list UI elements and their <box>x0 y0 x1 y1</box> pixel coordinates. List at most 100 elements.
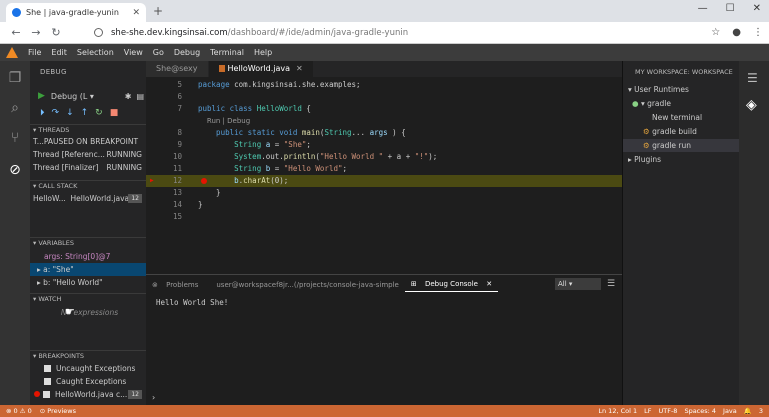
problems-status[interactable]: ⊗ 0 ⚠ 0 <box>6 405 32 417</box>
debug-console-icon[interactable]: ▤ <box>136 92 144 101</box>
code-line[interactable]: 13 } <box>146 187 622 199</box>
console-filter-select[interactable]: All ▾ <box>555 278 601 290</box>
code-line[interactable]: 6 <box>146 91 622 103</box>
code-line[interactable]: 5 package com.kingsinsai.she.examples; <box>146 79 622 91</box>
step-out-icon[interactable]: ↑ <box>81 108 89 118</box>
debug-icon[interactable]: ⊘ <box>6 161 24 179</box>
maximize-button[interactable]: ☐ <box>726 3 735 14</box>
tree-item-gradle[interactable]: ● ▾ gradle <box>623 97 740 110</box>
threads-section-header[interactable]: ▾ THREADS <box>30 124 146 135</box>
line-number[interactable]: 13 <box>146 187 182 199</box>
menu-go[interactable]: Go <box>153 48 164 57</box>
breakpoint-row[interactable]: Caught Exceptions <box>30 375 146 388</box>
notifications-bell-icon[interactable]: 🔔 <box>744 405 752 417</box>
menu-view[interactable]: View <box>124 48 143 57</box>
clear-console-icon[interactable]: ☰ <box>607 279 615 289</box>
forward-arrow-icon[interactable]: → <box>26 26 46 39</box>
line-number[interactable]: 5 <box>146 79 182 91</box>
tree-item-new-terminal[interactable]: New terminal <box>623 111 740 124</box>
code-line[interactable]: 10 System.out.println("Hello World " + a… <box>146 151 622 163</box>
source-control-icon[interactable]: ⑂ <box>6 129 24 147</box>
site-info-icon[interactable] <box>94 28 103 37</box>
line-number[interactable]: 7 <box>146 103 182 115</box>
variable-row[interactable]: args: String[0]@7 <box>30 250 146 263</box>
breakpoint-row[interactable]: HelloWorld.java c... 12 <box>30 388 146 401</box>
watch-section-header[interactable]: ▾ WATCH <box>30 293 146 304</box>
search-icon[interactable]: ⌕ <box>6 99 24 117</box>
menu-help[interactable]: Help <box>254 48 272 57</box>
breakpoints-section-header[interactable]: ▾ BREAKPOINTS <box>30 350 146 361</box>
explorer-icon[interactable]: ❐ <box>6 69 24 87</box>
checkbox-icon[interactable] <box>43 391 50 398</box>
checkbox-icon[interactable] <box>44 378 51 385</box>
tab-helloworld-java[interactable]: HelloWorld.java ✕ <box>208 61 313 77</box>
line-number[interactable]: 11 <box>146 163 182 175</box>
debug-config-select[interactable]: Debug (L ▾ <box>51 92 125 101</box>
tab-she-sexy[interactable]: She@sexy <box>146 61 208 77</box>
new-tab-button[interactable]: + <box>153 4 163 18</box>
profile-icon[interactable]: ● <box>732 27 741 38</box>
tab-debug-console[interactable]: ⊞ Debug Console ✕ <box>404 277 499 292</box>
menu-terminal[interactable]: Terminal <box>210 48 244 57</box>
restart-icon[interactable]: ↻ <box>95 108 103 118</box>
line-number[interactable]: 8 <box>146 127 182 139</box>
thread-row[interactable]: T...PAUSED ON BREAKPOINT <box>30 135 146 148</box>
code-line[interactable]: 11 String b = "Hello World"; <box>146 163 622 175</box>
thread-row[interactable]: Thread [Referenc... RUNNING <box>30 148 146 161</box>
line-number[interactable]: 15 <box>146 211 182 223</box>
thread-row[interactable]: Thread [Finalizer] RUNNING <box>30 161 146 174</box>
code-line[interactable]: 12 ▶ b.charAt(0); <box>146 175 622 187</box>
tab-close-icon[interactable]: ✕ <box>296 64 303 73</box>
menu-selection[interactable]: Selection <box>77 48 114 57</box>
previews-status[interactable]: ⊙ Previews <box>40 405 76 417</box>
code-editor[interactable]: She@sexy HelloWorld.java ✕ 5 package com.k… <box>146 61 622 274</box>
code-line[interactable]: 9 String a = "She"; <box>146 139 622 151</box>
workspace-cube-icon[interactable]: ◈ <box>746 97 757 113</box>
cursor-position[interactable]: Ln 12, Col 1 <box>598 405 637 417</box>
tree-item-gradle-run[interactable]: ⚙ gradle run <box>623 139 740 152</box>
code-line[interactable]: 8 public static void main(String... args… <box>146 127 622 139</box>
language-status[interactable]: Java <box>723 405 737 417</box>
address-bar[interactable]: she-she.dev.kingsinsai.com /dashboard/#/… <box>94 25 703 41</box>
tree-item-plugins[interactable]: ▸ Plugins <box>623 153 740 166</box>
code-line[interactable]: 14} <box>146 199 622 211</box>
menu-edit[interactable]: Edit <box>51 48 67 57</box>
menu-file[interactable]: File <box>28 48 41 57</box>
bookmark-star-icon[interactable]: ☆ <box>711 27 720 38</box>
window-close-button[interactable]: ✕ <box>753 3 761 14</box>
tree-item-gradle-build[interactable]: ⚙ gradle build <box>623 125 740 138</box>
tree-item-user-runtimes[interactable]: ▾ User Runtimes <box>623 83 740 96</box>
checkbox-icon[interactable] <box>44 365 51 372</box>
tab-terminal[interactable]: user@workspacef8jr...(/projects/console-… <box>210 281 404 289</box>
back-arrow-icon[interactable]: ← <box>6 26 26 39</box>
line-number[interactable]: 9 <box>146 139 182 151</box>
variable-row[interactable]: ▸ a: "She" <box>30 263 146 276</box>
code-line[interactable]: 7 public class HelloWorld { <box>146 103 622 115</box>
stop-icon[interactable]: ■ <box>110 108 119 118</box>
reload-icon[interactable]: ↻ <box>46 26 66 39</box>
minimize-button[interactable]: — <box>698 3 708 14</box>
encoding-status[interactable]: UTF-8 <box>658 405 677 417</box>
breakpoint-row[interactable]: Uncaught Exceptions <box>30 362 146 375</box>
variables-section-header[interactable]: ▾ VARIABLES <box>30 237 146 248</box>
debug-settings-gear-icon[interactable]: ✱ <box>125 92 132 101</box>
browser-menu-icon[interactable]: ⋮ <box>753 27 763 38</box>
code-line[interactable]: Run | Debug <box>146 115 622 127</box>
line-number[interactable]: 6 <box>146 91 182 103</box>
call-stack-section-header[interactable]: ▾ CALL STACK <box>30 180 146 191</box>
outline-icon[interactable]: ☰ <box>747 71 758 85</box>
line-number[interactable]: 14 <box>146 199 182 211</box>
tab-close-icon[interactable]: ✕ <box>132 8 140 18</box>
variable-row[interactable]: ▸ b: "Hello World" <box>30 276 146 289</box>
call-stack-frame[interactable]: HelloW... HelloWorld.java 12 <box>30 192 146 205</box>
step-into-icon[interactable]: ↓ <box>66 108 74 118</box>
indent-status[interactable]: Spaces: 4 <box>684 405 716 417</box>
console-input[interactable]: › <box>152 393 155 402</box>
step-over-icon[interactable]: ↷ <box>52 108 60 118</box>
tab-problems[interactable]: ⊗ Problems <box>146 281 210 289</box>
menu-debug[interactable]: Debug <box>174 48 200 57</box>
line-number[interactable]: 10 <box>146 151 182 163</box>
code-line[interactable]: 15 <box>146 211 622 223</box>
continue-icon[interactable]: ⏵ <box>40 108 45 118</box>
eol-status[interactable]: LF <box>644 405 651 417</box>
